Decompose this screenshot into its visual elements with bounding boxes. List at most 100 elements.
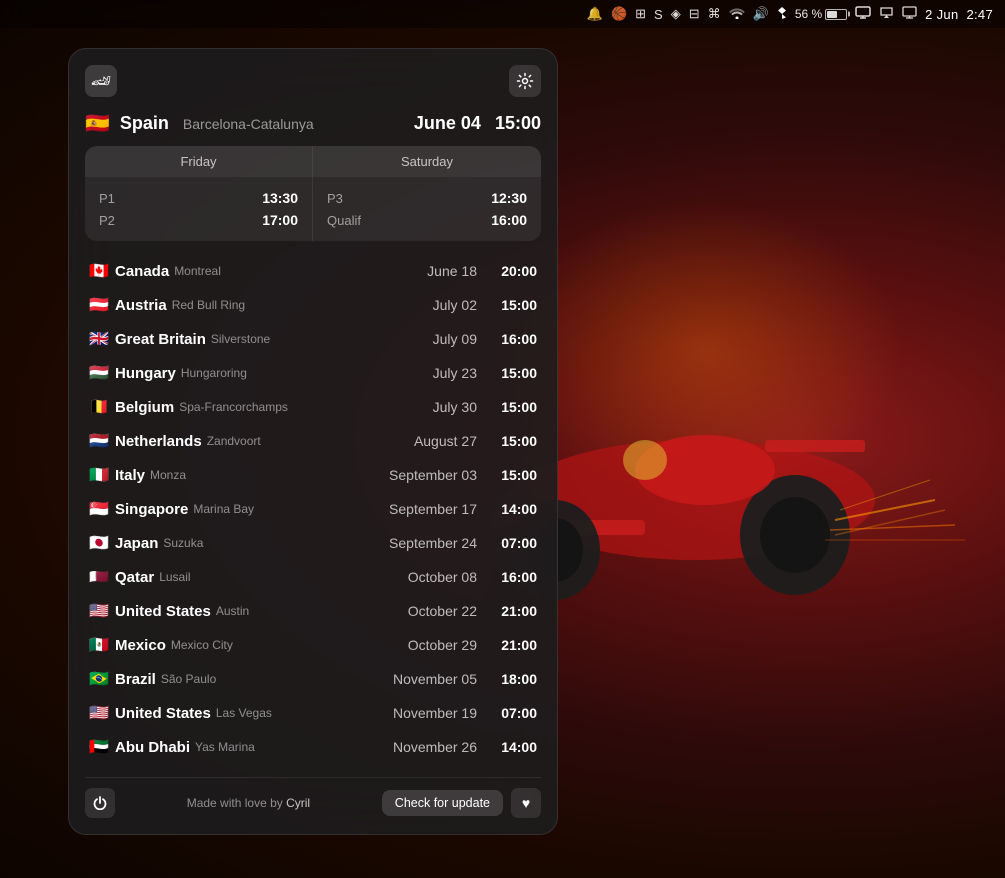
race-flag: 🇦🇹 [89,295,115,315]
settings-button[interactable] [509,65,541,97]
layers-icon[interactable]: ◈ [671,6,681,22]
race-time: 07:00 [487,535,537,551]
race-flag: 🇭🇺 [89,363,115,383]
p3-row: P3 12:30 [327,187,527,209]
race-country: Japan [115,535,158,552]
race-list-item: 🇨🇦 Canada Montreal June 18 20:00 [85,255,541,287]
race-circuit: Montreal [174,264,221,278]
race-country: Mexico [115,637,166,654]
wifi-icon[interactable] [729,7,745,22]
race-date: July 02 [397,297,487,313]
race-time: 18:00 [487,671,537,687]
race-flag: 🇨🇦 [89,261,115,281]
race-list-item: 🇮🇹 Italy Monza September 03 15:00 [85,459,541,491]
race-flag: 🇦🇪 [89,737,115,757]
glow-decoration [505,200,905,500]
f1-widget-panel: 🏎 🇪🇸 Spain Barcelona-Catalunya June 04 1… [68,48,558,835]
race-circuit: Mexico City [171,638,233,652]
race-country: Qatar [115,569,154,586]
power-button[interactable] [85,788,115,818]
logo-icon: 🏎 [91,71,111,91]
menu-bar: 🔔 🏀 ⊞ S ◈ ⊟ ⌘ 🔊 56 % [0,0,1005,28]
schedule-grid: Friday Saturday P1 13:30 P2 17:00 P3 12:… [85,146,541,241]
author-link[interactable]: Cyril [286,796,310,810]
race-country: United States [115,705,211,722]
race-list-item: 🇳🇱 Netherlands Zandvoort August 27 15:00 [85,425,541,457]
race-time: 15:00 [487,297,537,313]
race-flag: 🇬🇧 [89,329,115,349]
race-circuit: Silverstone [211,332,270,346]
qualif-row: Qualif 16:00 [327,209,527,231]
menu-date: 2 Jun [925,7,958,22]
featured-flag: 🇪🇸 [85,111,110,136]
bluetooth-icon[interactable] [777,6,787,23]
saturday-sessions: P3 12:30 Qualif 16:00 [313,177,541,241]
race-list-item: 🇸🇬 Singapore Marina Bay September 17 14:… [85,493,541,525]
race-flag: 🇯🇵 [89,533,115,553]
race-time: 20:00 [487,263,537,279]
race-time: 21:00 [487,603,537,619]
schedule-body: P1 13:30 P2 17:00 P3 12:30 Qualif 16:00 [85,177,541,241]
race-list-item: 🇬🇧 Great Britain Silverstone July 09 16:… [85,323,541,355]
race-date: September 24 [389,535,487,551]
cmd-icon[interactable]: ⌘ [708,6,721,22]
race-time: 14:00 [487,739,537,755]
skype-icon[interactable]: S [654,7,663,22]
race-time: 15:00 [487,433,537,449]
check-update-button[interactable]: Check for update [382,790,503,816]
race-time: 15:00 [487,467,537,483]
race-date: November 26 [393,739,487,755]
grid-icon[interactable]: ⊞ [635,6,646,22]
race-list-item: 🇯🇵 Japan Suzuka September 24 07:00 [85,527,541,559]
race-circuit: Las Vegas [216,706,272,720]
race-date: August 27 [397,433,487,449]
race-country: United States [115,603,211,620]
race-circuit: Suzuka [163,536,203,550]
race-date: November 05 [393,671,487,687]
display-icon[interactable] [855,6,871,22]
heart-button[interactable]: ♥ [511,788,541,818]
featured-time: 15:00 [495,113,541,134]
menu-bar-right: 🔔 🏀 ⊞ S ◈ ⊟ ⌘ 🔊 56 % [587,6,993,23]
p2-label: P2 [99,213,115,228]
race-list-item: 🇺🇸 United States Austin October 22 21:00 [85,595,541,627]
race-flag: 🇧🇷 [89,669,115,689]
race-date: July 09 [397,331,487,347]
race-list-item: 🇧🇷 Brazil São Paulo November 05 18:00 [85,663,541,695]
race-circuit: Yas Marina [195,740,255,754]
race-list-item: 🇶🇦 Qatar Lusail October 08 16:00 [85,561,541,593]
qualif-time: 16:00 [491,212,527,228]
race-flag: 🇲🇽 [89,635,115,655]
basketball-icon[interactable]: 🏀 [611,6,627,22]
volume-icon[interactable]: 🔊 [753,6,769,22]
footer-actions: Check for update ♥ [382,788,541,818]
race-date: September 03 [389,467,487,483]
friday-header: Friday [85,146,313,177]
saturday-header: Saturday [313,146,541,177]
p2-row: P2 17:00 [99,209,298,231]
race-time: 14:00 [487,501,537,517]
cast-icon[interactable] [902,6,917,22]
race-flag: 🇸🇬 [89,499,115,519]
menu-time: 2:47 [966,7,993,22]
notification-icon[interactable]: 🔔 [587,6,603,22]
race-date: October 08 [397,569,487,585]
widget-footer: Made with love by Cyril Check for update… [85,777,541,818]
race-flag: 🇺🇸 [89,703,115,723]
race-circuit: Marina Bay [193,502,254,516]
race-list-item: 🇭🇺 Hungary Hungaroring July 23 15:00 [85,357,541,389]
race-circuit: São Paulo [161,672,216,686]
battery-bar [825,9,847,20]
race-flag: 🇶🇦 [89,567,115,587]
race-country: Abu Dhabi [115,739,190,756]
race-list-item: 🇧🇪 Belgium Spa-Francorchamps July 30 15:… [85,391,541,423]
app-icon-5[interactable]: ⊟ [689,6,700,22]
airplay-icon[interactable] [879,6,894,22]
widget-header: 🏎 [85,65,541,97]
race-date: June 18 [397,263,487,279]
race-circuit: Monza [150,468,186,482]
race-date: July 30 [397,399,487,415]
race-circuit: Spa-Francorchamps [179,400,288,414]
race-date: October 22 [397,603,487,619]
race-country: Hungary [115,365,176,382]
